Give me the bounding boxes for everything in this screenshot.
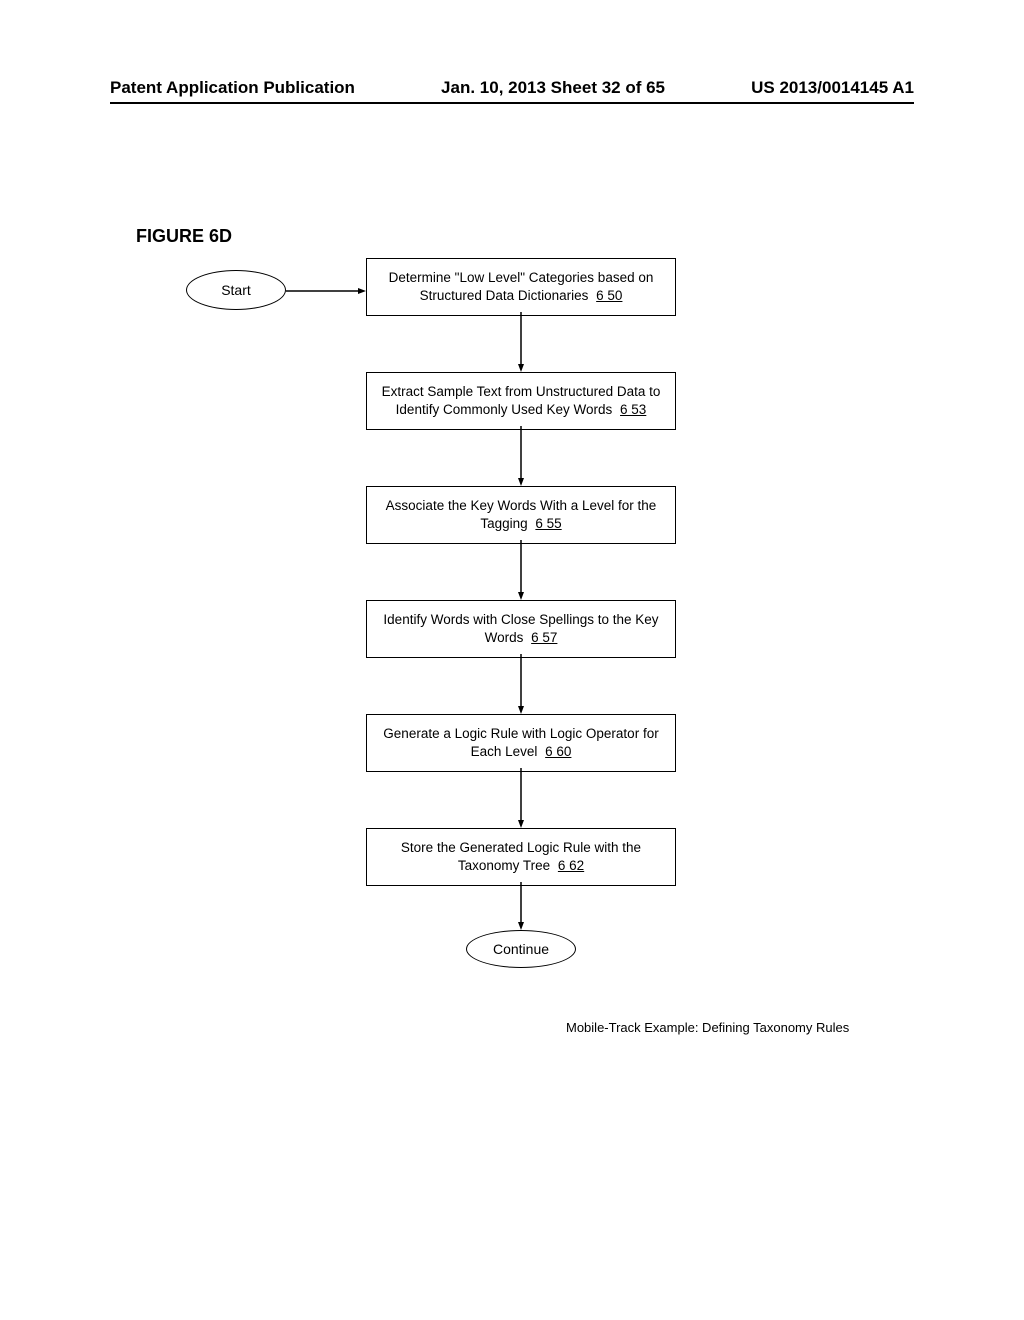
step-box-0: Determine "Low Level" Categories based o… bbox=[366, 258, 676, 316]
continue-label: Continue bbox=[493, 941, 549, 957]
start-terminal: Start bbox=[186, 270, 286, 310]
arrow-5-to-continue bbox=[518, 882, 524, 930]
header-right: US 2013/0014145 A1 bbox=[751, 78, 914, 98]
step-text: Store the Generated Logic Rule with the … bbox=[401, 840, 641, 873]
figure-label: FIGURE 6D bbox=[136, 226, 232, 247]
arrow-3-to-4 bbox=[518, 654, 524, 714]
step-ref: 6 60 bbox=[545, 744, 571, 759]
step-ref: 6 62 bbox=[558, 858, 584, 873]
step-ref: 6 50 bbox=[596, 288, 622, 303]
header-center: Jan. 10, 2013 Sheet 32 of 65 bbox=[441, 78, 665, 98]
step-ref: 6 57 bbox=[531, 630, 557, 645]
page-header: Patent Application Publication Jan. 10, … bbox=[110, 78, 914, 104]
start-label: Start bbox=[221, 282, 251, 298]
arrow-2-to-3 bbox=[518, 540, 524, 600]
step-ref: 6 55 bbox=[535, 516, 561, 531]
arrow-start-to-step0 bbox=[286, 288, 366, 294]
step-text: Extract Sample Text from Unstructured Da… bbox=[382, 384, 661, 417]
arrow-4-to-5 bbox=[518, 768, 524, 828]
step-text: Identify Words with Close Spellings to t… bbox=[383, 612, 658, 645]
step-text: Associate the Key Words With a Level for… bbox=[386, 498, 657, 531]
step-box-4: Generate a Logic Rule with Logic Operato… bbox=[366, 714, 676, 772]
step-box-1: Extract Sample Text from Unstructured Da… bbox=[366, 372, 676, 430]
step-box-5: Store the Generated Logic Rule with the … bbox=[366, 828, 676, 886]
figure-caption: Mobile-Track Example: Defining Taxonomy … bbox=[566, 1020, 849, 1035]
arrow-0-to-1 bbox=[518, 312, 524, 372]
step-box-2: Associate the Key Words With a Level for… bbox=[366, 486, 676, 544]
header-left: Patent Application Publication bbox=[110, 78, 355, 98]
arrow-1-to-2 bbox=[518, 426, 524, 486]
step-ref: 6 53 bbox=[620, 402, 646, 417]
step-box-3: Identify Words with Close Spellings to t… bbox=[366, 600, 676, 658]
step-text: Generate a Logic Rule with Logic Operato… bbox=[383, 726, 658, 759]
continue-terminal: Continue bbox=[466, 930, 576, 968]
